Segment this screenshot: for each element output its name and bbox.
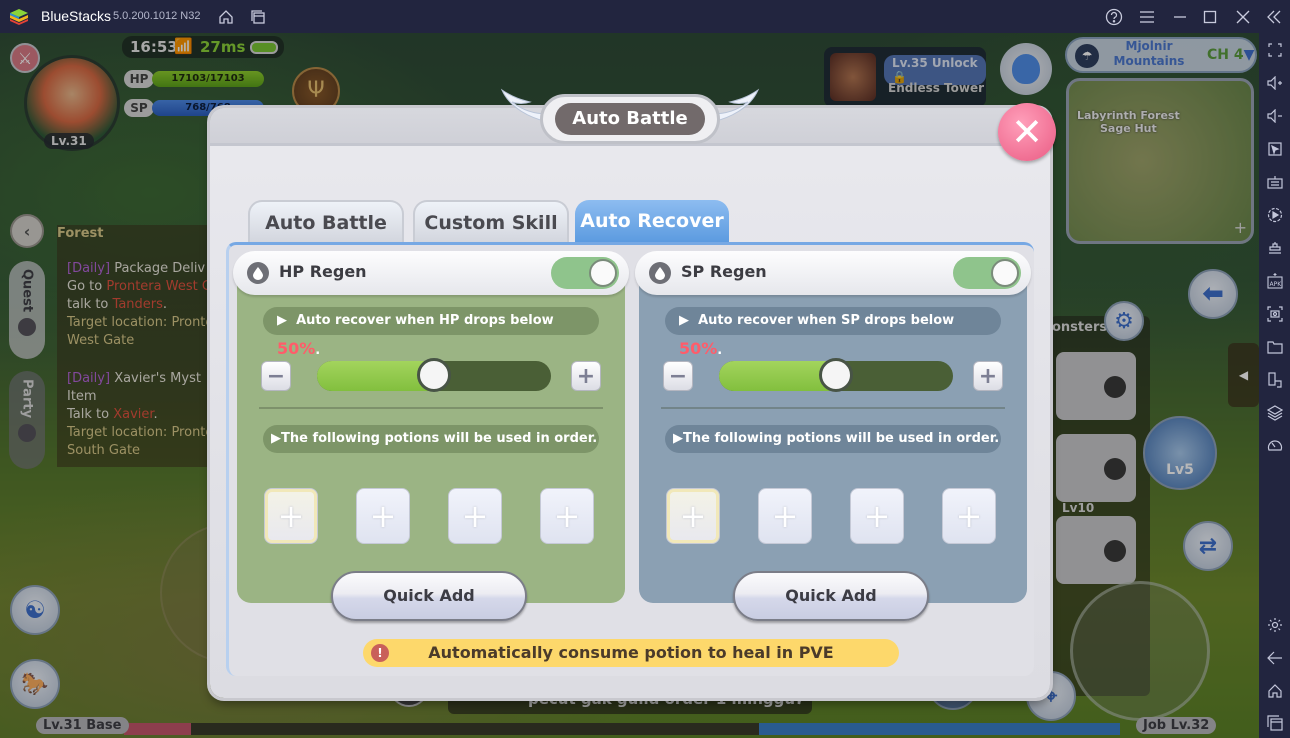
sp-slider-thumb[interactable]: [819, 358, 853, 392]
menu-icon[interactable]: [1137, 7, 1157, 27]
settings-icon[interactable]: [1265, 615, 1285, 635]
sp-potion-slot-2[interactable]: +: [758, 488, 812, 544]
sp-regen-toggle[interactable]: [953, 257, 1021, 289]
svg-text:APK: APK: [1270, 281, 1283, 288]
home-icon[interactable]: [216, 7, 236, 27]
tab-auto-battle[interactable]: Auto Battle: [248, 200, 404, 242]
toggle-knob: [991, 259, 1019, 287]
cursor-icon[interactable]: [1265, 139, 1285, 159]
hp-quick-add-button[interactable]: Quick Add: [331, 571, 527, 621]
hp-threshold-slider[interactable]: [317, 358, 551, 392]
macro-icon[interactable]: [1265, 205, 1285, 225]
minimize-icon[interactable]: [1170, 7, 1190, 27]
hp-slider-thumb[interactable]: [417, 358, 451, 392]
play-triangle-icon: ▶: [271, 431, 281, 446]
hp-potions-text: The following potions will be used in or…: [281, 431, 598, 446]
hp-rule-text: Auto recover when HP drops below: [296, 313, 554, 328]
keyboard-icon[interactable]: [1265, 172, 1285, 192]
sp-rule-suffix: .: [717, 343, 723, 358]
hp-regen-panel: HP Regen ▶ Auto recover when HP drops be…: [233, 251, 629, 621]
play-triangle-icon: ▶: [277, 313, 287, 328]
water-drop-icon: [649, 262, 671, 284]
screenshot-icon[interactable]: [1265, 304, 1285, 324]
volume-up-icon[interactable]: [1265, 73, 1285, 93]
dialog-title-plate: Auto Battle: [540, 94, 720, 144]
auto-recover-content: HP Regen ▶ Auto recover when HP drops be…: [226, 242, 1034, 676]
hp-potions-label: ▶The following potions will be used in o…: [263, 425, 599, 453]
bluestacks-sidebar: APK: [1259, 33, 1290, 738]
sp-threshold-label: ▶ Auto recover when SP drops below 50%.: [665, 307, 1001, 358]
hp-potion-slot-2[interactable]: +: [356, 488, 410, 544]
warning-icon: !: [371, 644, 389, 662]
android-home-icon[interactable]: [1265, 681, 1285, 701]
toggle-knob: [589, 259, 617, 287]
fullscreen-icon[interactable]: [1265, 40, 1285, 60]
window-titlebar: BlueStacks 5.0.200.1012 N32: [0, 0, 1290, 33]
sp-threshold-value: 50%: [679, 339, 718, 358]
dialog-title: Auto Battle: [555, 103, 705, 135]
multi-instance-icon[interactable]: [248, 7, 268, 27]
sp-quick-add-button[interactable]: Quick Add: [733, 571, 929, 621]
sp-increase-button[interactable]: +: [973, 361, 1003, 391]
hp-regen-title: HP Regen: [279, 262, 367, 281]
pve-notice-text: Automatically consume potion to heal in …: [428, 643, 834, 662]
hp-potion-slot-1[interactable]: +: [264, 488, 318, 544]
sp-potions-text: The following potions will be used in or…: [683, 431, 1000, 446]
maximize-icon[interactable]: [1200, 7, 1220, 27]
hp-regen-header: HP Regen: [233, 251, 629, 295]
sp-potion-slot-1[interactable]: +: [666, 488, 720, 544]
hp-potion-slot-3[interactable]: +: [448, 488, 502, 544]
close-icon: ✕: [1011, 110, 1043, 154]
recent-apps-icon[interactable]: [1265, 713, 1285, 733]
help-icon[interactable]: [1104, 7, 1124, 27]
volume-down-icon[interactable]: [1265, 106, 1285, 126]
app-version: 5.0.200.1012 N32: [113, 10, 201, 22]
hp-regen-toggle[interactable]: [551, 257, 619, 289]
bluestacks-logo-icon: [10, 9, 28, 25]
hp-decrease-button[interactable]: −: [261, 361, 291, 391]
play-triangle-icon: ▶: [679, 313, 689, 328]
layers-icon[interactable]: [1265, 403, 1285, 423]
divider: [259, 407, 603, 409]
collapse-sidebar-icon[interactable]: [1264, 7, 1284, 27]
hp-increase-button[interactable]: +: [571, 361, 601, 391]
app-name: BlueStacks: [41, 8, 112, 24]
hp-threshold-label: ▶ Auto recover when HP drops below 50%.: [263, 307, 599, 358]
sp-potions-label: ▶The following potions will be used in o…: [665, 425, 1001, 453]
sp-regen-panel: SP Regen ▶ Auto recover when SP drops be…: [635, 251, 1031, 621]
close-icon[interactable]: [1233, 7, 1253, 27]
install-apk-icon[interactable]: APK: [1265, 271, 1285, 291]
tab-custom-skill[interactable]: Custom Skill: [413, 200, 569, 242]
tab-auto-recover[interactable]: Auto Recover: [575, 200, 729, 242]
sp-regen-title: SP Regen: [681, 262, 767, 281]
sp-threshold-slider[interactable]: [719, 358, 953, 392]
sp-rule-text: Auto recover when SP drops below: [698, 313, 955, 328]
auto-battle-dialog: Auto Battle ✕ Auto Battle Custom Skill A…: [210, 88, 1056, 698]
sp-potion-slot-3[interactable]: +: [850, 488, 904, 544]
back-icon[interactable]: [1265, 648, 1285, 668]
close-dialog-button[interactable]: ✕: [998, 103, 1056, 161]
folder-icon[interactable]: [1265, 337, 1285, 357]
sp-potion-slot-4[interactable]: +: [942, 488, 996, 544]
speedometer-icon[interactable]: [1265, 436, 1285, 456]
hp-rule-suffix: .: [315, 343, 321, 358]
water-drop-icon: [247, 262, 269, 284]
hp-threshold-value: 50%: [277, 339, 316, 358]
rotate-icon[interactable]: [1265, 370, 1285, 390]
hp-potion-slot-4[interactable]: +: [540, 488, 594, 544]
divider: [661, 407, 1005, 409]
play-triangle-icon: ▶: [673, 431, 683, 446]
sp-decrease-button[interactable]: −: [663, 361, 693, 391]
game-viewport[interactable]: ⚔ Lv.31 16:53 📶 27ms HP 17103/17103 SP 7…: [0, 33, 1259, 738]
pve-notice: ! Automatically consume potion to heal i…: [363, 639, 899, 667]
sp-regen-header: SP Regen: [635, 251, 1031, 295]
game-controls-icon[interactable]: [1265, 238, 1285, 258]
